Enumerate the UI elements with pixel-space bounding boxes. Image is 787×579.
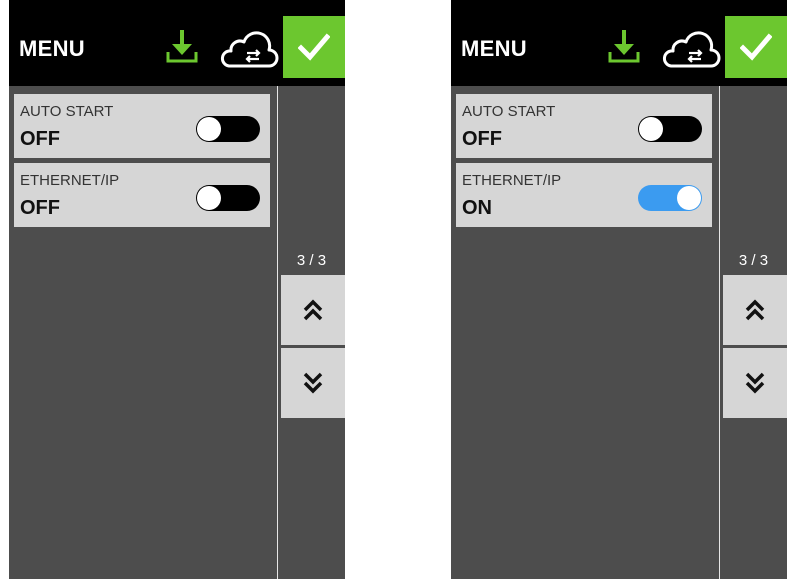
setting-label: AUTO START [462,103,556,120]
settings-list: AUTO START OFF ETHERNET/IP OFF [9,86,277,579]
cloud-sync-icon[interactable] [217,29,279,69]
menu-screen-left: MENU AUTO START OFF ETHERNET/IP OFF 3 / … [9,0,345,579]
page-down-button[interactable] [723,348,787,418]
setting-value: OFF [20,128,60,150]
auto-start-toggle[interactable] [196,116,260,142]
page-up-button[interactable] [723,275,787,345]
setting-label: ETHERNET/IP [20,172,120,189]
toggle-knob [639,117,663,141]
double-chevron-up-icon [303,299,323,321]
ethernet-ip-toggle[interactable] [196,185,260,211]
setting-label: ETHERNET/IP [462,172,562,189]
page-indicator: 3 / 3 [296,252,327,269]
cloud-sync-icon[interactable] [659,29,721,69]
menu-title: MENU [461,36,527,61]
ethernet-ip-toggle[interactable] [638,185,702,211]
confirm-button[interactable] [283,16,345,78]
settings-list: AUTO START OFF ETHERNET/IP ON [451,86,719,579]
checkmark-icon [740,33,772,61]
auto-start-toggle[interactable] [638,116,702,142]
setting-auto-start[interactable]: AUTO START OFF [14,94,270,158]
menu-title: MENU [19,36,85,61]
setting-auto-start[interactable]: AUTO START OFF [456,94,712,158]
menu-screen-right: MENU AUTO START OFF ETHERNET/IP ON 3 / 3 [451,0,787,579]
toggle-knob [197,117,221,141]
setting-ethernet-ip[interactable]: ETHERNET/IP OFF [14,163,270,227]
toggle-knob [197,186,221,210]
double-chevron-down-icon [745,372,765,394]
header-bar: MENU [451,0,787,86]
page-indicator: 3 / 3 [738,252,769,269]
confirm-button[interactable] [725,16,787,78]
setting-label: AUTO START [20,103,114,120]
double-chevron-down-icon [303,372,323,394]
page-up-button[interactable] [281,275,345,345]
checkmark-icon [298,33,330,61]
divider [719,86,720,579]
header-bar: MENU [9,0,345,86]
setting-value: ON [462,197,492,219]
download-icon[interactable] [165,28,199,64]
toggle-knob [677,186,701,210]
page-down-button[interactable] [281,348,345,418]
download-icon[interactable] [607,28,641,64]
double-chevron-up-icon [745,299,765,321]
setting-value: OFF [20,197,60,219]
setting-value: OFF [462,128,502,150]
setting-ethernet-ip[interactable]: ETHERNET/IP ON [456,163,712,227]
divider [277,86,278,579]
